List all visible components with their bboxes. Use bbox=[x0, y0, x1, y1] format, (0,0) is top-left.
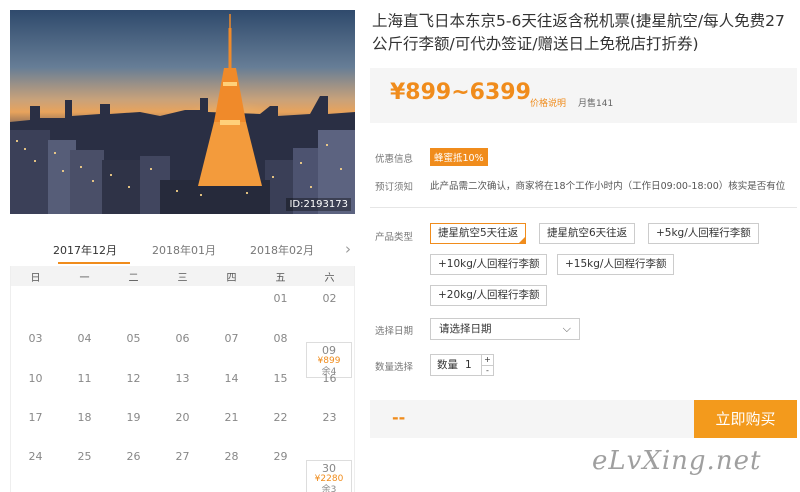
calendar-day[interactable]: 19 bbox=[109, 411, 158, 424]
calendar-day[interactable]: 04 bbox=[60, 332, 109, 345]
calendar-day[interactable]: 02 bbox=[305, 292, 354, 305]
product-type-option[interactable]: 捷星航空6天往返 bbox=[539, 223, 636, 244]
day-number: 09 bbox=[322, 344, 336, 357]
weekday-label: 一 bbox=[79, 273, 90, 284]
calendar-day[interactable]: 27 bbox=[158, 450, 207, 463]
calendar-day[interactable]: 29 bbox=[256, 450, 305, 463]
calendar-day[interactable]: 06 bbox=[158, 332, 207, 345]
promo-label: 优惠信息 bbox=[375, 154, 414, 165]
promo-badge: 蜂蜜抵10% bbox=[430, 148, 488, 166]
product-title: 上海直飞日本东京5-6天往返含税机票(捷星航空/每人免费27公斤行李额/可代办签… bbox=[372, 12, 785, 53]
day-number: 30 bbox=[322, 462, 336, 475]
product-type-option[interactable]: 捷星航空5天往返 bbox=[430, 223, 527, 244]
calendar-weekday-header: 日一二三四五六 bbox=[11, 266, 354, 286]
calendar-day[interactable]: 24 bbox=[11, 450, 60, 463]
option-label: +5kg/人回程行李额 bbox=[656, 227, 751, 239]
calendar-day[interactable]: 15 bbox=[256, 372, 305, 385]
notice-label: 预订须知 bbox=[375, 182, 414, 193]
product-type-option[interactable]: +15kg/人回程行李额 bbox=[557, 254, 675, 275]
quantity-stepper-buttons: + - bbox=[481, 355, 493, 375]
calendar-day[interactable]: 21 bbox=[207, 411, 256, 424]
calendar-day[interactable]: 08 bbox=[256, 332, 305, 345]
quantity-label: 数量选择 bbox=[375, 362, 414, 373]
calendar-day[interactable]: 03 bbox=[11, 332, 60, 345]
calendar-day[interactable]: 07 bbox=[207, 332, 256, 345]
calendar-day[interactable]: 20 bbox=[158, 411, 207, 424]
weekday-label: 四 bbox=[226, 273, 237, 284]
quantity-value[interactable]: 1 bbox=[465, 355, 472, 375]
day-remaining: 余3 bbox=[321, 485, 337, 492]
calendar-day[interactable]: 25 bbox=[60, 450, 109, 463]
calendar-month-tabs: 2017年12月 2018年01月 2018年02月 › bbox=[10, 240, 355, 266]
weekday-label: 六 bbox=[324, 273, 335, 284]
calendar-day[interactable]: 16 bbox=[305, 372, 354, 385]
calendar-day[interactable]: 10 bbox=[11, 372, 60, 385]
calendar-day[interactable]: 22 bbox=[256, 411, 305, 424]
divider bbox=[370, 207, 797, 208]
notice-text: 此产品需二次确认，商家将在18个工作小时内（工作日09:00-18:00）核实是… bbox=[430, 181, 786, 192]
quantity-stepper[interactable]: 数量 1 + - bbox=[430, 354, 494, 376]
calendar-day[interactable]: 01 bbox=[256, 292, 305, 305]
product-type-option[interactable]: +10kg/人回程行李额 bbox=[430, 254, 548, 275]
calendar-day[interactable]: 12 bbox=[109, 372, 158, 385]
weekday-label: 二 bbox=[128, 273, 139, 284]
increment-button[interactable]: + bbox=[482, 355, 493, 365]
image-id-label: ID:2193173 bbox=[286, 198, 351, 211]
price-note-link[interactable]: 价格说明 bbox=[530, 96, 566, 109]
price-panel: ¥899~6399 价格说明 月售141 bbox=[370, 68, 797, 123]
site-watermark: eLvXing.net bbox=[592, 446, 762, 476]
calendar-grid: 日一二三四五六 01 02 03 04 05 06 07 08 09 ¥899 余4 10 11 12 13… bbox=[10, 266, 355, 492]
calendar-day[interactable]: 28 bbox=[207, 450, 256, 463]
product-type-option[interactable]: +20kg/人回程行李额 bbox=[430, 285, 548, 306]
chevron-down-icon: ⌵ bbox=[562, 322, 571, 335]
selected-corner-icon bbox=[518, 236, 527, 244]
decrement-button[interactable]: - bbox=[482, 365, 493, 375]
calendar-day[interactable]: 14 bbox=[207, 372, 256, 385]
calendar-day[interactable]: 23 bbox=[305, 411, 354, 424]
product-type-option[interactable]: +5kg/人回程行李额 bbox=[648, 223, 759, 244]
tab-month-2018-01[interactable]: 2018年01月 bbox=[152, 242, 216, 258]
option-label: +10kg/人回程行李额 bbox=[438, 258, 540, 270]
calendar-day[interactable]: 17 bbox=[11, 411, 60, 424]
tab-month-2018-02[interactable]: 2018年02月 bbox=[250, 242, 314, 258]
calendar-day[interactable]: 13 bbox=[158, 372, 207, 385]
date-select-label: 选择日期 bbox=[375, 326, 414, 337]
total-price: -- bbox=[392, 408, 406, 427]
weekday-label: 三 bbox=[177, 273, 188, 284]
price-range: ¥899~6399 bbox=[390, 80, 531, 105]
option-label: 捷星航空5天往返 bbox=[438, 227, 519, 239]
buy-now-button[interactable]: 立即购买 bbox=[694, 400, 797, 438]
chevron-right-icon[interactable]: › bbox=[345, 240, 351, 258]
day-price: ¥899 bbox=[317, 356, 341, 366]
calendar-day[interactable]: 11 bbox=[60, 372, 109, 385]
weekday-label: 五 bbox=[275, 273, 286, 284]
date-select[interactable]: 请选择日期 ⌵ bbox=[430, 318, 580, 340]
calendar-day[interactable]: 26 bbox=[109, 450, 158, 463]
option-label: +20kg/人回程行李额 bbox=[438, 289, 540, 301]
day-price: ¥2280 bbox=[314, 474, 344, 484]
active-month-indicator bbox=[58, 262, 130, 264]
calendar-day-with-price[interactable]: 30 ¥2280 余3 bbox=[306, 460, 352, 492]
weekday-label: 日 bbox=[30, 273, 41, 284]
monthly-sales: 月售141 bbox=[578, 99, 614, 109]
calendar-day[interactable]: 18 bbox=[60, 411, 109, 424]
calendar-day[interactable]: 05 bbox=[109, 332, 158, 345]
tab-month-2017-12[interactable]: 2017年12月 bbox=[53, 242, 117, 258]
purchase-bar: -- 立即购买 bbox=[370, 400, 797, 438]
product-photo: ID:2193173 bbox=[10, 10, 355, 214]
date-select-value: 请选择日期 bbox=[439, 323, 492, 335]
quantity-inner-label: 数量 bbox=[437, 359, 458, 371]
option-label: +15kg/人回程行李额 bbox=[565, 258, 667, 270]
tokyo-tower-skyline-graphic bbox=[10, 14, 355, 214]
option-label: 捷星航空6天往返 bbox=[547, 227, 628, 239]
product-type-label: 产品类型 bbox=[375, 232, 414, 243]
